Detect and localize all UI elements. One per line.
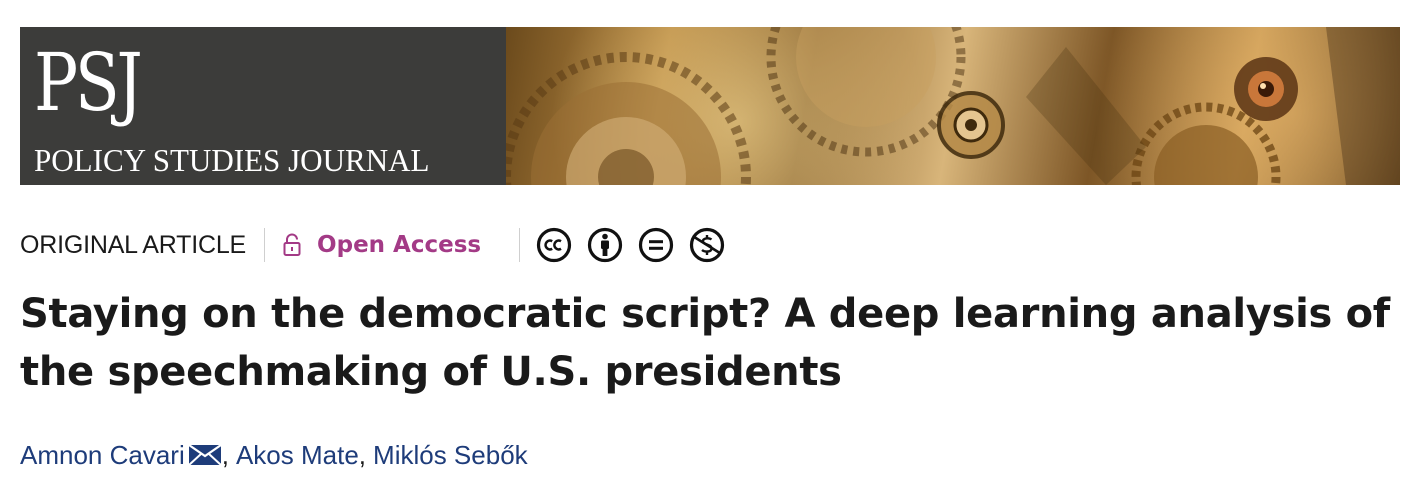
author-list: Amnon Cavari , Akos Mate , Miklós Sebők xyxy=(20,437,528,473)
license-icons[interactable] xyxy=(536,227,725,263)
journal-logo: PSJ POLICY STUDIES JOURNAL xyxy=(20,27,506,185)
article-title: Staying on the democratic script? A deep… xyxy=(20,291,1390,395)
journal-banner[interactable]: PSJ POLICY STUDIES JOURNAL xyxy=(20,27,1400,185)
journal-name: POLICY STUDIES JOURNAL xyxy=(34,142,430,178)
author-link[interactable]: Akos Mate xyxy=(236,440,359,471)
envelope-icon[interactable] xyxy=(188,443,222,467)
article-type: ORIGINAL ARTICLE xyxy=(20,230,247,259)
author-separator: , xyxy=(358,439,367,470)
article-meta: ORIGINAL ARTICLE Open Access xyxy=(20,225,725,265)
by-icon xyxy=(587,227,623,263)
divider xyxy=(519,228,521,262)
divider xyxy=(264,228,266,262)
nc-icon xyxy=(689,227,725,263)
gears-illustration xyxy=(506,27,1400,185)
author-separator: , xyxy=(221,439,229,470)
open-access-badge[interactable]: Open Access xyxy=(283,232,481,258)
author-link[interactable]: Amnon Cavari xyxy=(20,440,185,471)
cc-icon xyxy=(536,227,572,263)
gears-cover-image xyxy=(506,27,1400,185)
nd-icon xyxy=(638,227,674,263)
open-access-label: Open Access xyxy=(317,232,482,258)
unlock-icon xyxy=(283,233,301,256)
author-link[interactable]: Miklós Sebők xyxy=(373,440,528,471)
journal-abbrev: PSJ xyxy=(34,36,143,129)
